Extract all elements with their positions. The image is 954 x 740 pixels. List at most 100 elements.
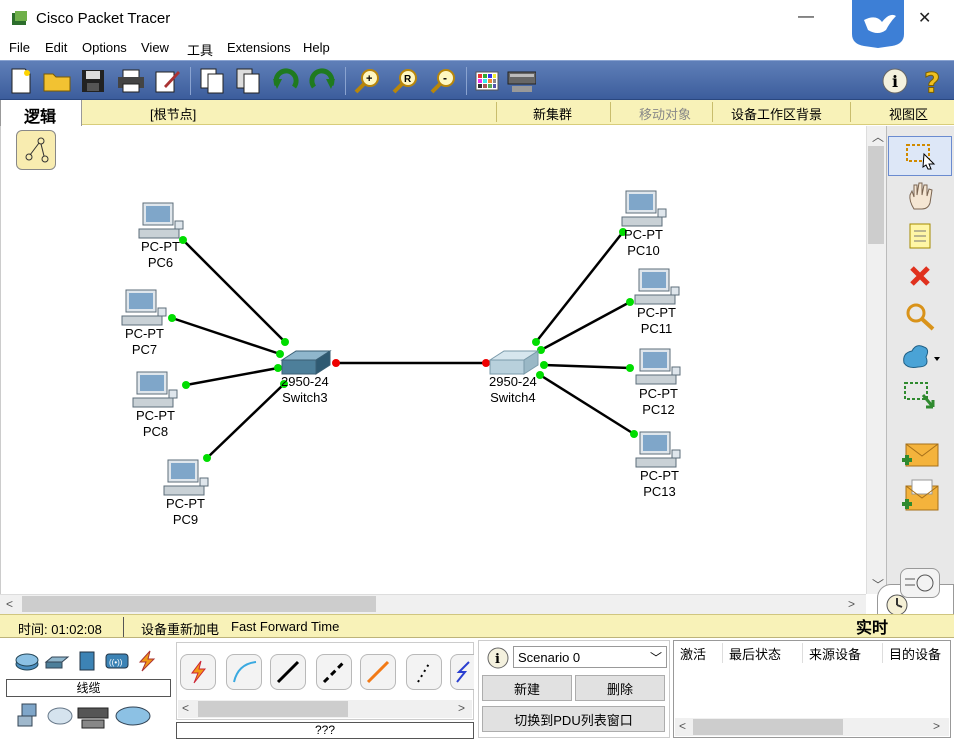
select-icon xyxy=(906,144,936,170)
power-cycle-devices-button[interactable]: 设备重新加电 xyxy=(141,619,219,638)
device-pc12[interactable]: PC-PT PC12 xyxy=(639,386,678,418)
link-pc9-switch3 xyxy=(206,383,285,459)
cable-status-label: ??? xyxy=(176,722,474,739)
cable-crossover-button[interactable] xyxy=(316,654,352,690)
device-pc6[interactable]: PC-PT PC6 xyxy=(141,239,180,271)
simulation-mode-button[interactable] xyxy=(900,568,940,598)
link-light xyxy=(630,430,638,438)
delete-scenario-button[interactable]: 删除 xyxy=(575,675,665,701)
cable-coaxial-button[interactable] xyxy=(450,654,474,690)
link-switch4-pc12 xyxy=(543,363,631,370)
pdu-scroll-right-icon[interactable]: > xyxy=(933,719,940,733)
cable-scrollbar[interactable]: < > xyxy=(178,700,472,718)
help-question-icon: ? xyxy=(924,66,941,96)
link-light-down xyxy=(332,359,340,367)
device-pc8[interactable]: PC-PT PC8 xyxy=(136,408,175,440)
scroll-up-arrow-icon[interactable]: ︿ xyxy=(872,128,884,145)
pdu-table-scrollbar[interactable]: < > xyxy=(675,718,949,736)
inspect-tool[interactable] xyxy=(888,296,952,336)
new-scenario-button[interactable]: 新建 xyxy=(482,675,572,701)
column-source[interactable]: 来源设备 xyxy=(809,644,861,663)
pc13-icon xyxy=(635,431,681,468)
topology-icon xyxy=(25,137,49,163)
multiuser-connection-icon[interactable] xyxy=(114,702,152,730)
custom-devices-icon[interactable] xyxy=(76,702,110,730)
device-pc7[interactable]: PC-PT PC7 xyxy=(125,326,164,358)
cable-scroll-thumb[interactable] xyxy=(198,701,348,717)
pc7-icon xyxy=(121,289,167,326)
cable-scroll-left-icon[interactable]: < xyxy=(182,701,189,715)
switch-category-icon[interactable] xyxy=(44,650,70,672)
draw-shape-tool[interactable] xyxy=(888,336,952,376)
fast-forward-time-button[interactable]: Fast Forward Time xyxy=(231,619,339,634)
link-light xyxy=(626,364,634,372)
device-pc9[interactable]: PC-PT PC9 xyxy=(166,496,205,528)
wan-emulation-icon[interactable] xyxy=(46,702,74,730)
add-complex-pdu-tool[interactable] xyxy=(888,476,952,516)
wireless-category-icon[interactable]: ((•)) xyxy=(104,650,130,672)
cable-fiber-button[interactable] xyxy=(360,654,396,690)
link-light xyxy=(168,314,176,322)
pc8-icon xyxy=(132,371,178,408)
pc11-icon xyxy=(634,268,680,305)
device-pc13[interactable]: PC-PT PC13 xyxy=(640,468,679,500)
coaxial-cable-icon xyxy=(455,661,470,683)
switch4-icon xyxy=(488,350,540,375)
console-cable-icon xyxy=(233,661,257,683)
link-light xyxy=(536,371,544,379)
device-category-label: 线缆 xyxy=(6,679,171,697)
cable-console-button[interactable] xyxy=(226,654,262,690)
device-pc11[interactable]: PC-PT PC11 xyxy=(637,305,676,337)
move-layout-tool[interactable] xyxy=(888,176,952,216)
magnifier-icon xyxy=(906,303,935,331)
crossover-cable-icon xyxy=(322,660,346,684)
pdu-scroll-left-icon[interactable]: < xyxy=(679,719,686,733)
delete-tool[interactable] xyxy=(888,256,952,296)
place-note-tool[interactable] xyxy=(888,216,952,256)
logical-view-icon[interactable] xyxy=(16,130,56,170)
pc6-icon xyxy=(138,202,184,239)
info-icon: i xyxy=(882,68,908,94)
end-devices-icon[interactable] xyxy=(14,702,42,730)
shape-blob-icon xyxy=(903,345,940,368)
scroll-left-arrow-icon[interactable]: < xyxy=(6,597,13,611)
select-tool[interactable] xyxy=(888,136,952,176)
cable-auto-button[interactable] xyxy=(180,654,216,690)
simulation-stopwatch-icon xyxy=(905,574,934,592)
hub-category-icon[interactable] xyxy=(74,650,100,672)
help-button[interactable]: ? xyxy=(918,66,948,96)
cable-straight-through-button[interactable] xyxy=(270,654,306,690)
auto-connect-icon xyxy=(191,660,207,684)
router-category-icon[interactable] xyxy=(14,650,40,672)
cable-scroll-right-icon[interactable]: > xyxy=(458,701,465,715)
realtime-mode-label: 实时 xyxy=(856,618,889,637)
add-simple-pdu-tool[interactable] xyxy=(888,436,952,476)
device-switch3[interactable]: 2950-24 Switch3 xyxy=(281,374,329,406)
column-fire[interactable]: 激活 xyxy=(680,644,706,663)
scroll-right-arrow-icon[interactable]: > xyxy=(848,597,855,611)
close-button[interactable]: ✕ xyxy=(918,8,931,28)
device-pc10[interactable]: PC-PT PC10 xyxy=(624,227,663,259)
scenario-info-icon[interactable]: i xyxy=(486,646,510,670)
column-last-status[interactable]: 最后状态 xyxy=(729,644,781,663)
cable-phone-button[interactable] xyxy=(406,654,442,690)
scenario-select[interactable]: Scenario 0 ﹀ xyxy=(513,646,667,668)
topology-canvas xyxy=(121,190,681,496)
horizontal-scroll-thumb[interactable] xyxy=(22,596,376,612)
viewport-button[interactable]: 视图区 xyxy=(889,104,928,123)
link-pc8-switch3 xyxy=(185,366,279,387)
device-category-row: ((•)) xyxy=(14,650,164,674)
connections-category-icon[interactable] xyxy=(134,650,160,672)
device-subcategory-row xyxy=(14,702,164,730)
info-button[interactable]: i xyxy=(880,66,910,96)
column-destination[interactable]: 目的设备 xyxy=(889,644,941,663)
link-light xyxy=(626,298,634,306)
resize-shape-tool[interactable] xyxy=(888,376,952,416)
svg-text:?: ? xyxy=(924,66,940,96)
toggle-pdu-list-button[interactable]: 切换到PDU列表窗口 xyxy=(482,706,665,732)
link-light xyxy=(532,338,540,346)
pdu-scroll-thumb[interactable] xyxy=(693,719,843,735)
straight-cable-icon xyxy=(276,660,300,684)
vertical-scroll-thumb[interactable] xyxy=(868,146,884,244)
device-switch4[interactable]: 2950-24 Switch4 xyxy=(489,374,537,406)
